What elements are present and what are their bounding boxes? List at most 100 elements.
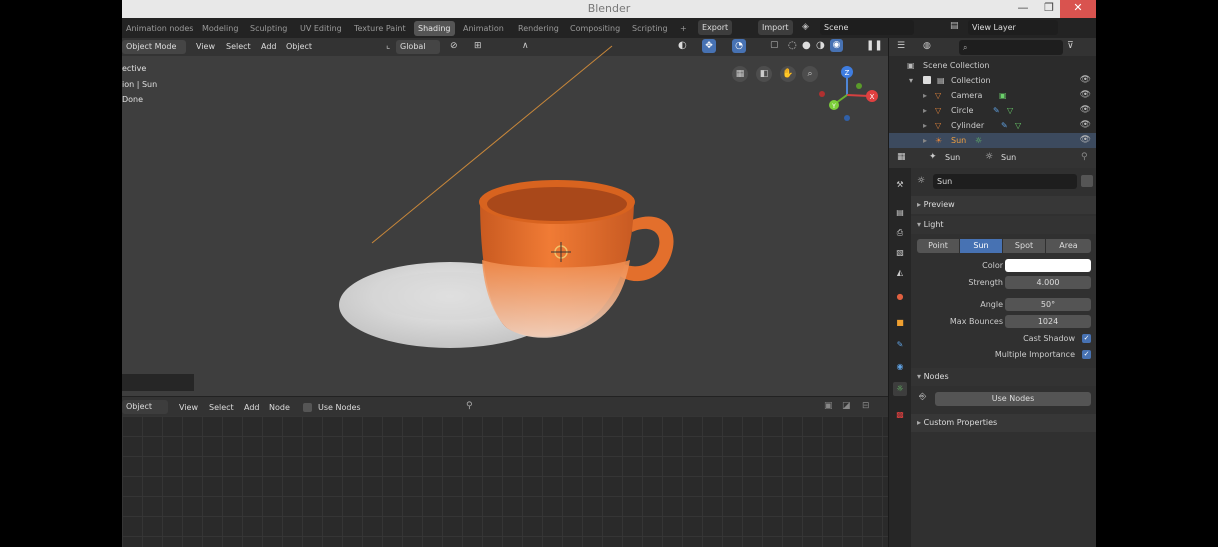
world-tab-icon[interactable]: ● (893, 290, 907, 304)
tool-tab-icon[interactable]: ⚒ (893, 178, 907, 192)
tab-rendering[interactable]: Rendering (514, 21, 563, 36)
pause-icon[interactable]: ❚❚ (866, 40, 883, 51)
expand-arrow-icon[interactable]: ▸ (923, 118, 927, 133)
custom-properties-header[interactable]: ▸ Custom Properties (911, 414, 1096, 432)
modifier-tab-icon[interactable]: ✎ (893, 338, 907, 352)
scene-tab-icon[interactable]: ◭ (893, 266, 907, 280)
node-grid[interactable] (122, 416, 888, 547)
add-workspace-button[interactable]: + (676, 21, 691, 36)
editor-type-icon[interactable]: ▦ (897, 152, 906, 162)
3d-viewport[interactable]: Object Mode View Select Add Object ⌞ Glo… (122, 38, 888, 396)
operator-panel-collapsed[interactable] (122, 374, 194, 391)
max-bounces-field[interactable]: 1024 (1005, 315, 1091, 328)
render-tab-icon[interactable]: ▤ (893, 206, 907, 220)
object-tab-icon[interactable]: ■ (893, 316, 907, 330)
scene-selector[interactable]: Scene (820, 20, 914, 35)
visibility-eye-icon[interactable]: 👁 (1080, 88, 1091, 103)
xray-icon[interactable]: ▢ (770, 40, 779, 50)
preview-panel-header[interactable]: ▸ Preview (911, 196, 1096, 214)
export-button[interactable]: Export (698, 20, 733, 35)
tab-texture-paint[interactable]: Texture Paint (350, 21, 410, 36)
close-button[interactable]: ✕ (1060, 0, 1096, 18)
shading-wireframe-icon[interactable]: ◌ (788, 40, 797, 51)
overlay-toggle-icon[interactable]: ◔ (732, 39, 746, 53)
shading-rendered-icon[interactable]: ◉ (830, 39, 843, 52)
light-type-sun[interactable]: Sun (960, 239, 1002, 253)
outliner-item-cylinder[interactable]: ▸ ▽ Cylinder ✎ ▽ 👁 (889, 118, 1096, 133)
outliner-item-sun[interactable]: ▸ ☀ Sun ☼ 👁 (889, 133, 1096, 148)
angle-field[interactable]: 50° (1005, 298, 1091, 311)
shading-material-icon[interactable]: ◑ (816, 40, 825, 51)
strength-field[interactable]: 4.000 (1005, 276, 1091, 289)
camera-view-icon[interactable]: ▦ (732, 66, 748, 82)
gizmo-neg-y-axis[interactable] (856, 83, 862, 89)
texture-tab-icon[interactable]: ▩ (893, 408, 907, 422)
gizmo-neg-z-axis[interactable] (844, 115, 850, 121)
expand-arrow-icon[interactable]: ▾ (909, 73, 913, 88)
view-layer-selector[interactable]: View Layer (968, 20, 1058, 35)
minimize-button[interactable]: — (1010, 0, 1036, 18)
pin-icon[interactable]: ⚲ (1081, 152, 1088, 162)
viewport-menu-view[interactable]: View (196, 42, 215, 51)
use-nodes-button[interactable]: Use Nodes (935, 392, 1091, 406)
tab-scripting[interactable]: Scripting (628, 21, 672, 36)
light-data-tab-icon[interactable]: ☼ (893, 382, 907, 396)
node-menu-view[interactable]: View (179, 403, 198, 412)
expand-arrow-icon[interactable]: ▸ (923, 103, 927, 118)
node-type-selector[interactable]: Object (122, 400, 168, 414)
backdrop-icon[interactable]: ⊟ (862, 401, 870, 411)
pin-icon[interactable]: ⚲ (466, 401, 473, 411)
light-type-spot[interactable]: Spot (1003, 239, 1045, 253)
multiple-importance-checkbox[interactable]: ✓ (1082, 350, 1091, 359)
shader-node-editor[interactable]: Object View Select Add Node Use Nodes ⚲ … (122, 396, 888, 547)
light-datablock-field[interactable]: Sun (933, 174, 1077, 189)
tab-uv-editing[interactable]: UV Editing (296, 21, 346, 36)
import-button[interactable]: Import (758, 20, 793, 35)
expand-arrow-icon[interactable]: ▸ (923, 133, 927, 148)
light-panel-header[interactable]: ▾ Light (911, 216, 1096, 234)
node-menu-add[interactable]: Add (244, 403, 260, 412)
tab-sculpting[interactable]: Sculpting (246, 21, 291, 36)
node-menu-node[interactable]: Node (269, 403, 290, 412)
viewport-menu-select[interactable]: Select (226, 42, 251, 51)
fake-user-icon[interactable] (1081, 175, 1093, 187)
outliner-search-input[interactable]: ⌕ (959, 40, 1063, 55)
node-menu-select[interactable]: Select (209, 403, 234, 412)
visibility-eye-icon[interactable]: 👁 (1080, 118, 1091, 133)
perspective-toggle-icon[interactable]: ◧ (756, 66, 772, 82)
maximize-button[interactable]: ❐ (1036, 0, 1062, 18)
expand-arrow-icon[interactable]: ▸ (923, 88, 927, 103)
pan-hand-icon[interactable]: ✋ (780, 66, 796, 82)
shading-solid-icon[interactable]: ● (802, 40, 811, 51)
cast-shadow-checkbox[interactable]: ✓ (1082, 334, 1091, 343)
outliner-item-camera[interactable]: ▸ ▽ Camera ▣ 👁 (889, 88, 1096, 103)
tab-modeling[interactable]: Modeling (198, 21, 242, 36)
view-layer-tab-icon[interactable]: ▧ (893, 246, 907, 260)
snap-node-icon[interactable]: ▣ (824, 401, 833, 411)
use-nodes-checkbox[interactable] (303, 403, 312, 412)
light-color-swatch[interactable] (1005, 259, 1091, 272)
tab-shading[interactable]: Shading (414, 21, 455, 36)
overlay-node-icon[interactable]: ◪ (842, 401, 851, 411)
light-type-area[interactable]: Area (1046, 239, 1091, 253)
viewport-menu-object[interactable]: Object (286, 42, 312, 51)
filter-icon[interactable]: ⊽ (1067, 41, 1074, 51)
gizmo-neg-x-axis[interactable] (819, 91, 825, 97)
light-type-point[interactable]: Point (917, 239, 959, 253)
visibility-eye-icon[interactable]: 👁 (1080, 103, 1091, 118)
display-mode-icon[interactable]: ◍ (923, 41, 931, 51)
output-tab-icon[interactable]: ⎙ (893, 226, 907, 240)
outliner-item-circle[interactable]: ▸ ▽ Circle ✎ ▽ 👁 (889, 103, 1096, 118)
outliner-scene-collection[interactable]: ▣ Scene Collection (889, 58, 1096, 73)
viewport-menu-add[interactable]: Add (261, 42, 277, 51)
visibility-eye-icon[interactable]: 👁 (1080, 73, 1091, 88)
navigation-gizmo[interactable]: Z X Y (814, 60, 880, 126)
visibility-eye-icon[interactable]: 👁 (1080, 133, 1091, 148)
physics-tab-icon[interactable]: ◉ (893, 360, 907, 374)
nodes-panel-header[interactable]: ▾ Nodes (911, 368, 1096, 386)
editor-type-icon[interactable]: ☰ (897, 41, 905, 51)
tab-compositing[interactable]: Compositing (566, 21, 624, 36)
tab-animation-nodes[interactable]: Animation nodes (122, 21, 197, 36)
tab-animation[interactable]: Animation (459, 21, 508, 36)
mode-selector[interactable]: Object Mode (122, 40, 186, 54)
